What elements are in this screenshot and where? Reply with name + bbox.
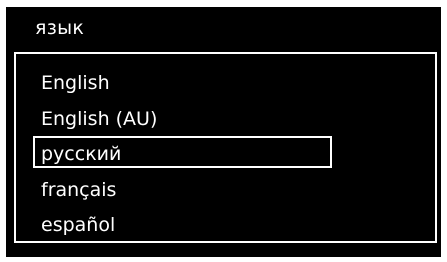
dialog-title: язык (35, 17, 85, 39)
language-option-english-au[interactable]: English (AU) (41, 110, 157, 129)
language-list: English English (AU) русский français es… (14, 52, 437, 243)
language-option-russian[interactable]: русский (41, 145, 121, 164)
language-option-french[interactable]: français (41, 181, 116, 200)
language-option-english[interactable]: English (41, 74, 110, 93)
language-dialog: язык English English (AU) русский frança… (0, 0, 447, 262)
dialog-body: язык English English (AU) русский frança… (6, 7, 441, 257)
language-option-spanish[interactable]: español (41, 216, 115, 235)
